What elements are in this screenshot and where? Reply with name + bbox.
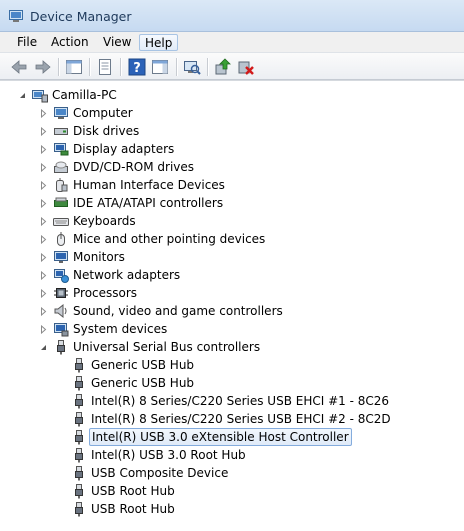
window-title: Device Manager: [30, 9, 132, 24]
toolbar-separator: [207, 58, 208, 76]
menu-view[interactable]: View: [98, 34, 136, 51]
expand-triangle-icon[interactable]: [39, 253, 48, 262]
back-arrow-icon[interactable]: [9, 57, 29, 77]
toolbar-separator: [89, 58, 90, 76]
tree-item-label: USB Root Hub: [91, 484, 175, 498]
toolbar-separator: [176, 58, 177, 76]
tree-item-label: Disk drives: [73, 124, 140, 138]
expand-triangle-icon[interactable]: [39, 145, 48, 154]
update-driver-icon[interactable]: [213, 57, 233, 77]
tree-item-label: Monitors: [73, 250, 125, 264]
tree-item-label: Processors: [73, 286, 138, 300]
menu-action[interactable]: Action: [46, 34, 94, 51]
collapse-triangle-icon[interactable]: [39, 343, 48, 352]
tree-item-label: Network adapters: [73, 268, 181, 282]
expand-triangle-icon[interactable]: [39, 325, 48, 334]
tree-item-label: Universal Serial Bus controllers: [73, 340, 261, 354]
tree-item-label: Camilla-PC: [52, 88, 117, 102]
expand-triangle-icon[interactable]: [39, 199, 48, 208]
tree-item-label: Sound, video and game controllers: [73, 304, 283, 318]
collapse-triangle-icon[interactable]: [18, 91, 27, 100]
toolbar: ?: [0, 52, 464, 80]
tree-item-label: USB Root Hub: [91, 502, 175, 516]
expand-triangle-icon[interactable]: [39, 307, 48, 316]
expand-triangle-icon[interactable]: [39, 235, 48, 244]
device-manager-icon: [9, 10, 23, 22]
tree-item-label: USB Composite Device: [91, 466, 229, 480]
tree-item-label: Generic USB Hub: [91, 376, 195, 390]
properties-icon[interactable]: [95, 57, 115, 77]
tree-item-label: Display adapters: [73, 142, 175, 156]
action-pane-icon[interactable]: [150, 57, 170, 77]
expand-triangle-icon[interactable]: [39, 289, 48, 298]
toolbar-separator: [120, 58, 121, 76]
tree-item-label: Intel(R) 8 Series/C220 Series USB EHCI #…: [91, 412, 391, 426]
help-icon[interactable]: ?: [127, 57, 147, 77]
tree-item-label: Computer: [73, 106, 133, 120]
expand-triangle-icon[interactable]: [39, 181, 48, 190]
expand-triangle-icon[interactable]: [39, 163, 48, 172]
tree-item-label: Intel(R) USB 3.0 eXtensible Host Control…: [89, 428, 352, 446]
tree-item-label: System devices: [73, 322, 168, 336]
expand-triangle-icon[interactable]: [39, 127, 48, 136]
tree-item-label: Intel(R) USB 3.0 Root Hub: [91, 448, 246, 462]
expand-triangle-icon[interactable]: [39, 217, 48, 226]
expand-triangle-icon[interactable]: [39, 271, 48, 280]
title-bar: Device Manager: [0, 0, 464, 32]
menu-file[interactable]: File: [12, 34, 42, 51]
toolbar-separator: [58, 58, 59, 76]
tree-item-label: Mice and other pointing devices: [73, 232, 266, 246]
tree-item-label: IDE ATA/ATAPI controllers: [73, 196, 224, 210]
forward-arrow-icon[interactable]: [33, 57, 53, 77]
tree-item-label: Generic USB Hub: [91, 358, 195, 372]
expand-triangle-icon[interactable]: [39, 109, 48, 118]
tree-item-label: Intel(R) 8 Series/C220 Series USB EHCI #…: [91, 394, 390, 408]
tree-item-label: Keyboards: [73, 214, 136, 228]
svg-text:?: ?: [133, 61, 141, 76]
menu-help[interactable]: Help: [139, 34, 179, 51]
tree-item-label: Human Interface Devices: [73, 178, 225, 192]
tree-item-label: DVD/CD-ROM drives: [73, 160, 195, 174]
device-tree: Camilla-PC Computer Disk drives Display ada…: [0, 80, 464, 531]
scan-hardware-changes-icon[interactable]: [182, 57, 202, 77]
show-hide-console-tree-icon[interactable]: [64, 57, 84, 77]
menu-bar: File Action View Help: [0, 32, 464, 52]
uninstall-device-icon[interactable]: [236, 57, 256, 77]
